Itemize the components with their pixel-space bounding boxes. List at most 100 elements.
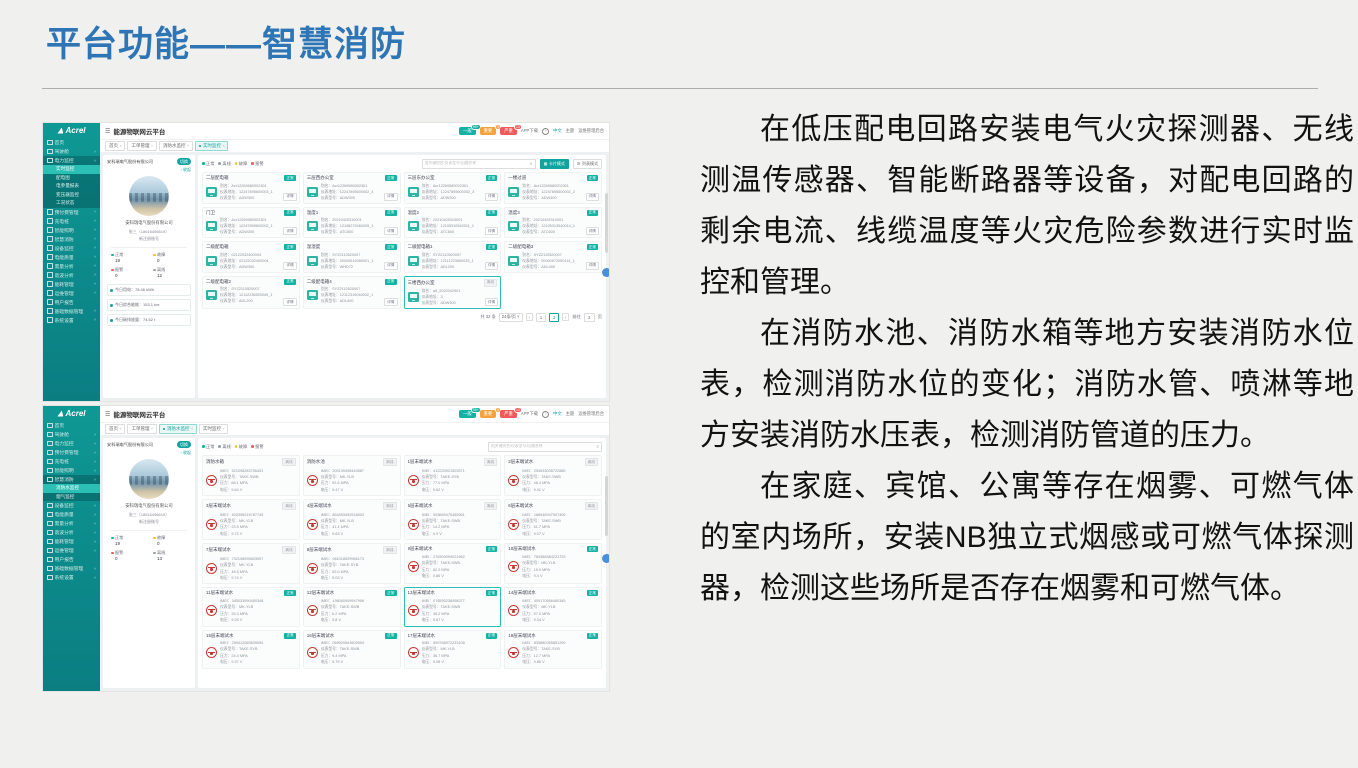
alarm-pill-一般[interactable]: 一般99+ — [459, 410, 476, 418]
ops-admin-link[interactable]: 运维管理后台 — [578, 128, 604, 134]
sidebar-item-智慧消防[interactable]: 智慧消防˅ — [43, 235, 100, 244]
sidebar-subitem-实时监控[interactable]: 实时监控 — [43, 165, 100, 174]
sidebar-item-预付费管理[interactable]: 预付费管理˅ — [43, 208, 100, 217]
detail-button[interactable]: 详情 — [586, 262, 599, 270]
sidebar-item-充电桩[interactable]: 充电桩˅ — [43, 457, 100, 466]
device-card[interactable]: 17层末端试水正常IMEI：859768972233108仪表型号：MK-YLB… — [404, 630, 502, 669]
detail-button[interactable]: 详情 — [485, 193, 498, 201]
sidebar-item-谐波分析[interactable]: 谐波分析˅ — [43, 271, 100, 280]
device-card[interactable]: 三楼西办公室离线别名：a6_2022042901仪表地址：3仪表型号：ADW30… — [404, 276, 502, 310]
sidebar-item-预付费管理[interactable]: 预付费管理˅ — [43, 448, 100, 457]
alarm-pill-重要[interactable]: 重要4 — [480, 127, 497, 135]
alarm-pill-重要[interactable]: 重要8 — [480, 410, 497, 418]
sidebar-item-电力监控[interactable]: 电力监控˅ — [43, 439, 100, 448]
device-card[interactable]: 11层末端试水正常IMEI：345033990450346仪表型号：MK-YLB… — [202, 587, 300, 626]
sidebar-item-需量分析[interactable]: 需量分析˅ — [43, 519, 100, 528]
device-card[interactable]: 二级配电箱4正常别名：SYZ2110520007仪表地址：12112319040… — [303, 276, 401, 310]
detail-button[interactable]: 详情 — [586, 227, 599, 235]
sidebar-item-设备监控[interactable]: 设备监控˅ — [43, 244, 100, 253]
sidebar-subitem-消防水监控[interactable]: 消防水监控 — [43, 484, 100, 493]
device-card[interactable]: 13层末端试水正常IMEI：078595238498377仪表型号：TAKE-S… — [404, 587, 502, 626]
device-card[interactable]: 14层末端试水正常IMEI：409170566460345仪表型号：MK-YLB… — [504, 587, 602, 626]
device-card[interactable]: 温湿度正常别名：SYZ2110520007仪表地址：00000515080001… — [303, 241, 401, 273]
switch-company-button[interactable]: 切换 — [177, 441, 191, 448]
sidebar-item-电能质量[interactable]: 电能质量˅ — [43, 253, 100, 262]
scrollbar-thumb[interactable] — [605, 193, 608, 253]
sidebar-item-智能照明[interactable]: 智能照明˅ — [43, 466, 100, 475]
app-download-link[interactable]: APP下载 — [521, 128, 538, 134]
sidebar-item-用户报告[interactable]: 用户报告 — [43, 555, 100, 564]
device-card[interactable]: 二级配电箱1正常别名：SYZ2110520007仪表地址：12111223650… — [404, 241, 502, 273]
device-card[interactable]: 二级配电箱2正常别名：SYZ2110520007仪表地址：12112236500… — [202, 276, 300, 310]
detail-button[interactable]: 详情 — [485, 262, 498, 270]
device-card[interactable]: 1层末端试水离线IMEI：412233921503571仪表型号：TAKE-SY… — [404, 455, 502, 496]
floating-help-button[interactable] — [602, 268, 610, 277]
device-card[interactable]: 18层末端试水正常IMEI：835880355851299仪表型号：TAKE-S… — [504, 630, 602, 669]
prev-page-button[interactable]: ‹ — [526, 313, 533, 321]
sidebar-item-智能照明[interactable]: 智能照明˅ — [43, 226, 100, 235]
sidebar-item-充电桩[interactable]: 充电桩˅ — [43, 217, 100, 226]
tab-首页[interactable]: 首页˅ — [105, 141, 125, 151]
alarm-pill-一般[interactable]: 一般99+ — [459, 127, 476, 135]
hamburger-icon[interactable]: ☰ — [105, 411, 110, 418]
detail-button[interactable]: 详情 — [283, 262, 296, 270]
sidebar-item-能耗管理[interactable]: 能耗管理˅ — [43, 280, 100, 289]
hamburger-icon[interactable]: ☰ — [105, 128, 110, 135]
help-icon[interactable]: ? — [542, 411, 549, 418]
device-card[interactable]: 16层末端试水正常IMEI：069929563605594仪表型号：TAKE-S… — [303, 630, 401, 669]
device-card[interactable]: 消防水池离线IMEI：200139498443587仪表型号：MK-YLB压力：… — [303, 455, 401, 496]
detail-button[interactable]: 详情 — [283, 193, 296, 201]
sidebar-item-设备监控[interactable]: 设备监控˅ — [43, 501, 100, 510]
page-number-1[interactable]: 1 — [536, 313, 546, 322]
device-card[interactable]: 三层东办公室正常别名：Acr12269580002301仪表地址：1224789… — [404, 172, 502, 204]
sidebar-subitem-电参量报表[interactable]: 电参量报表 — [43, 182, 100, 191]
device-card[interactable]: 3层末端试水离线IMEI：620395019787745仪表型号：MK-YLB压… — [202, 499, 300, 540]
alarm-pill-严重[interactable]: 严重13 — [500, 410, 517, 418]
help-icon[interactable]: ? — [542, 128, 549, 135]
page-size-select[interactable]: 24条/页 ˅ — [499, 313, 523, 322]
device-card[interactable]: 温度1正常别名：20210425310001仪表地址：1210827506000… — [303, 207, 401, 239]
language-link[interactable]: 中文 — [553, 411, 562, 417]
switch-company-button[interactable]: 切换 — [177, 158, 191, 165]
sidebar-item-基础数据管理[interactable]: 基础数据管理˅ — [43, 307, 100, 316]
device-card[interactable]: 12层末端试水正常IMEI：198060909947996仪表型号：TAKE-S… — [303, 587, 401, 626]
sidebar-item-首页[interactable]: 首页 — [43, 138, 100, 147]
detail-button[interactable]: 详情 — [283, 227, 296, 235]
sidebar-item-电力监控[interactable]: 电力监控˅ — [43, 156, 100, 165]
device-card[interactable]: 二层配电箱正常别名：Acr12269580002301仪表地址：12247895… — [202, 172, 300, 204]
app-download-link[interactable]: APP下载 — [521, 411, 538, 417]
device-card[interactable]: 10层末端试水正常IMEI：784388384221729仪表型号：MK-YLB… — [504, 543, 602, 584]
sidebar-subitem-烟气监控[interactable]: 烟气监控 — [43, 493, 100, 502]
sidebar-item-系统设置[interactable]: 系统设置˅ — [43, 316, 100, 325]
floating-help-button[interactable] — [602, 554, 610, 563]
detail-button[interactable]: 详情 — [485, 227, 498, 235]
tab-消防水监控[interactable]: 消防水监控˅ — [159, 424, 197, 434]
language-link[interactable]: 中文 — [553, 128, 562, 134]
detail-button[interactable]: 详情 — [384, 227, 397, 235]
collapse-panel-link[interactable]: ‹ 收起 — [107, 167, 191, 173]
device-card[interactable]: 温度3正常别名：20210425310001仪表地址：1210531354001… — [504, 207, 602, 239]
sidebar-item-电能质量[interactable]: 电能质量˅ — [43, 510, 100, 519]
sidebar-item-智慧消防[interactable]: 智慧消防˅ — [43, 475, 100, 484]
detail-button[interactable]: 详情 — [384, 193, 397, 201]
sidebar-subitem-变压器监控[interactable]: 变压器监控 — [43, 191, 100, 200]
view-mode-button-卡片模式[interactable]: ▦卡片模式 — [540, 159, 569, 169]
device-card[interactable]: 二级配电箱3正常别名：SYZ2110520007仪表地址：00000572050… — [504, 241, 602, 273]
device-card[interactable]: 5层末端试水离线IMEI：993669470465961仪表型号：TAKE-SW… — [404, 499, 502, 540]
device-card[interactable]: 9层末端试水正常IMEI：276309099021962仪表型号：TAKE-SW… — [404, 543, 502, 584]
collapse-panel-link[interactable]: ‹ 收起 — [107, 450, 191, 456]
search-input[interactable]: 用关键别名/仪表型号/回路名称⌕ — [488, 442, 602, 452]
device-card[interactable]: 温度2正常别名：20210425310001仪表地址：1210531054001… — [404, 207, 502, 239]
sidebar-item-能耗管理[interactable]: 能耗管理˅ — [43, 537, 100, 546]
detail-button[interactable]: 详情 — [485, 298, 498, 306]
sidebar-item-运维管理[interactable]: 运维管理˅ — [43, 289, 100, 298]
device-card[interactable]: 8层末端试水离线IMEI：081018529966173仪表型号：TAKE-SY… — [303, 543, 401, 584]
tab-实时监控[interactable]: 实时监控˅ — [199, 424, 228, 434]
detail-button[interactable]: 详情 — [384, 298, 397, 306]
ops-admin-link[interactable]: 运维管理后台 — [578, 411, 604, 417]
sidebar-subitem-配电图[interactable]: 配电图 — [43, 174, 100, 183]
detail-button[interactable]: 详情 — [586, 193, 599, 201]
tab-工单管理[interactable]: 工单管理˅ — [127, 141, 156, 151]
sidebar-item-驾驶舱[interactable]: 驾驶舱˅ — [43, 147, 100, 156]
sidebar-item-首页[interactable]: 首页 — [43, 421, 100, 430]
